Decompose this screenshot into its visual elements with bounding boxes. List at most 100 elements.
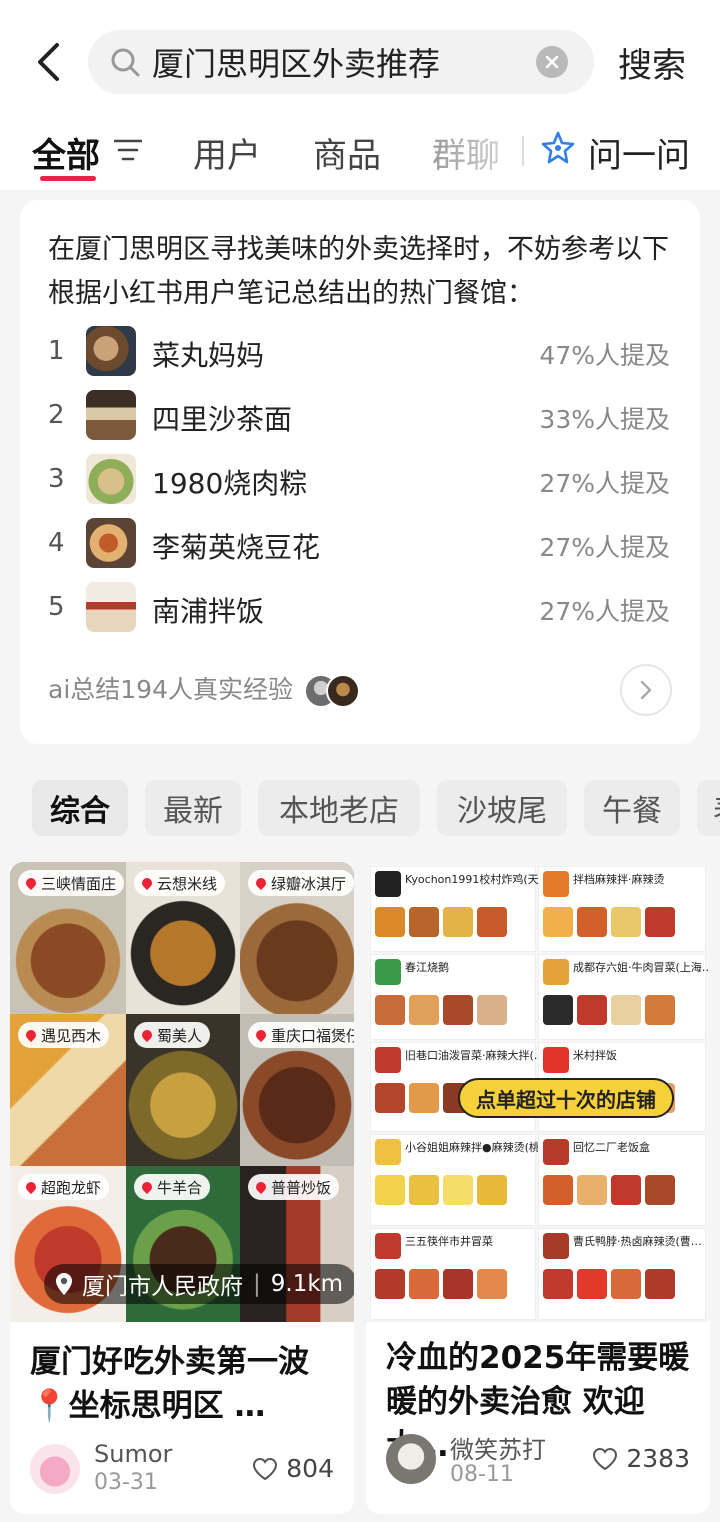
rank-number: 5 (48, 592, 65, 622)
shop-tag: 云想米线 (157, 874, 218, 893)
mention-percent: 33%人提及 (539, 405, 670, 434)
avatar (326, 674, 360, 708)
post-date: 03-31 (94, 1470, 158, 1495)
active-tab-indicator (40, 176, 96, 181)
filter-chips: 综合 最新 本地老店 沙坡尾 午餐 表 (0, 780, 720, 836)
rank-number: 3 (48, 464, 65, 494)
mention-percent: 47%人提及 (539, 341, 670, 370)
food-photo: 蜀美人 (126, 1014, 240, 1166)
filter-icon[interactable] (113, 138, 143, 162)
location-distance: 9.1km (270, 1271, 344, 1297)
back-arrow-icon[interactable] (28, 38, 68, 86)
location-pin-icon (56, 1273, 72, 1295)
search-button[interactable]: 搜索 (618, 38, 686, 87)
shop-listing: 回忆二厂老饭盒 (538, 1134, 706, 1226)
post-date: 08-11 (450, 1462, 514, 1487)
author-name[interactable]: 微笑苏打 (450, 1430, 546, 1465)
food-photo: 重庆口福煲仔饭 (240, 1014, 354, 1166)
restaurant-name: 李菊英烧豆花 (152, 531, 321, 564)
mention-percent: 27%人提及 (539, 533, 670, 562)
chip-more[interactable]: 表 (697, 780, 720, 836)
note-title: 厦门好吃外卖第一波 📍坐标思明区 … (30, 1344, 309, 1424)
chip-latest[interactable]: 最新 (145, 780, 241, 836)
expand-arrow-button[interactable] (620, 664, 672, 716)
chip-shapowei[interactable]: 沙坡尾 (437, 780, 567, 836)
shop-tag: 蜀美人 (157, 1026, 203, 1045)
restaurant-name: 菜丸妈妈 (152, 339, 265, 372)
contributor-avatars (304, 674, 364, 708)
restaurant-thumbnail (86, 454, 136, 504)
heart-icon (593, 1447, 618, 1470)
shop-tag: 超跑龙虾 (41, 1178, 102, 1197)
shop-listing: 春江烧鹅 (370, 954, 536, 1040)
search-tabs: 全部 用户 商品 群聊 问一问 (0, 120, 720, 190)
mention-percent: 27%人提及 (539, 469, 670, 498)
food-photo: 绿瓣冰淇厅 (240, 862, 354, 1014)
clear-icon[interactable] (536, 46, 568, 78)
like-button[interactable]: 2383 (592, 1444, 690, 1473)
divider (522, 136, 524, 166)
note-card[interactable]: 三峡情面庄 云想米线 绿瓣冰淇厅 遇见西木 蜀美人 重庆口福煲仔饭 超跑龙虾 牛… (10, 862, 354, 1514)
like-button[interactable]: 804 (252, 1454, 334, 1483)
tab-ask[interactable]: 问一问 (588, 128, 690, 177)
chip-local-old-shop[interactable]: 本地老店 (258, 780, 420, 836)
ai-summary-footer: ai总结194人真实经验 (48, 675, 293, 704)
shop-listing: 成都存六姐·牛肉冒菜(上海… (538, 954, 710, 1040)
top-bar: 厦门思明区外卖推荐 搜索 (0, 0, 720, 120)
shop-listing: 曹氏鸭脖·热卤麻辣烫(曹… (538, 1228, 706, 1320)
food-photo: 云想米线 (126, 862, 240, 1014)
restaurant-thumbnail (86, 390, 136, 440)
rank-number: 2 (48, 400, 65, 430)
location-badge: 厦门市人民政府 | 9.1km (44, 1264, 354, 1304)
restaurant-thumbnail (86, 582, 136, 632)
like-count: 804 (286, 1454, 334, 1483)
tab-group-chat[interactable]: 群聊 (432, 128, 500, 177)
shop-listing: 拌档麻辣拌·麻辣烫 (538, 866, 706, 952)
tab-products[interactable]: 商品 (313, 128, 381, 177)
ai-summary-intro: 在厦门思明区寻找美味的外卖选择时，不妨参考以下根据小红书用户笔记总结出的热门餐馆… (48, 234, 669, 309)
note-cover-image: Kyochon1991校村炸鸡(天… 拌档麻辣拌·麻辣烫 春江烧鹅 成都存六姐·… (366, 862, 710, 1322)
heart-icon (253, 1457, 278, 1480)
ranking-item[interactable]: 5 南浦拌饭 27%人提及 (20, 582, 700, 638)
shop-tag: 普普炒饭 (271, 1178, 332, 1197)
food-photo: 遇见西木 (10, 1014, 126, 1166)
shop-listing: 小谷姐姐麻辣拌●麻辣烫(桃… (370, 1134, 551, 1226)
search-input[interactable]: 厦门思明区外卖推荐 (152, 39, 440, 85)
shop-tag: 三峡情面庄 (41, 874, 117, 893)
like-count: 2383 (626, 1444, 690, 1473)
avatar[interactable] (30, 1444, 80, 1494)
ranking-item[interactable]: 2 四里沙茶面 33%人提及 (20, 390, 700, 446)
tab-all[interactable]: 全部 (32, 128, 100, 177)
shop-tag: 牛羊合 (157, 1178, 203, 1197)
search-box[interactable]: 厦门思明区外卖推荐 (88, 30, 594, 94)
food-photo: 三峡情面庄 (10, 862, 126, 1014)
avatar[interactable] (386, 1434, 436, 1484)
restaurant-name: 1980烧肉粽 (152, 467, 308, 500)
note-cover-image: 三峡情面庄 云想米线 绿瓣冰淇厅 遇见西木 蜀美人 重庆口福煲仔饭 超跑龙虾 牛… (10, 862, 354, 1322)
restaurant-thumbnail (86, 326, 136, 376)
ranking-item[interactable]: 3 1980烧肉粽 27%人提及 (20, 454, 700, 510)
cover-banner: 点单超过十次的店铺 (458, 1078, 674, 1118)
chip-lunch[interactable]: 午餐 (584, 780, 680, 836)
shop-tag: 遇见西木 (41, 1026, 102, 1045)
rank-number: 4 (48, 528, 65, 558)
shop-tag: 重庆口福煲仔饭 (271, 1026, 354, 1045)
mention-percent: 27%人提及 (539, 597, 670, 626)
rank-number: 1 (48, 336, 65, 366)
tab-users[interactable]: 用户 (193, 128, 261, 177)
restaurant-name: 四里沙茶面 (152, 403, 293, 436)
shop-listing: 三五筷伴市井冒菜 (370, 1228, 536, 1320)
location-name: 厦门市人民政府 (82, 1274, 243, 1300)
restaurant-name: 南浦拌饭 (152, 595, 265, 628)
author-name[interactable]: Sumor (94, 1440, 172, 1468)
restaurant-thumbnail (86, 518, 136, 568)
chip-comprehensive[interactable]: 综合 (32, 780, 128, 836)
ai-summary-card[interactable]: 在厦门思明区寻找美味的外卖选择时，不妨参考以下根据小红书用户笔记总结出的热门餐馆… (20, 200, 700, 744)
ranking-item[interactable]: 4 李菊英烧豆花 27%人提及 (20, 518, 700, 574)
search-icon (108, 45, 142, 79)
sparkle-star-icon[interactable] (540, 130, 576, 166)
shop-listing: Kyochon1991校村炸鸡(天… (370, 866, 550, 952)
note-card[interactable]: Kyochon1991校村炸鸡(天… 拌档麻辣拌·麻辣烫 春江烧鹅 成都存六姐·… (366, 862, 710, 1514)
shop-tag: 绿瓣冰淇厅 (271, 874, 347, 893)
ranking-item[interactable]: 1 菜丸妈妈 47%人提及 (20, 326, 700, 382)
